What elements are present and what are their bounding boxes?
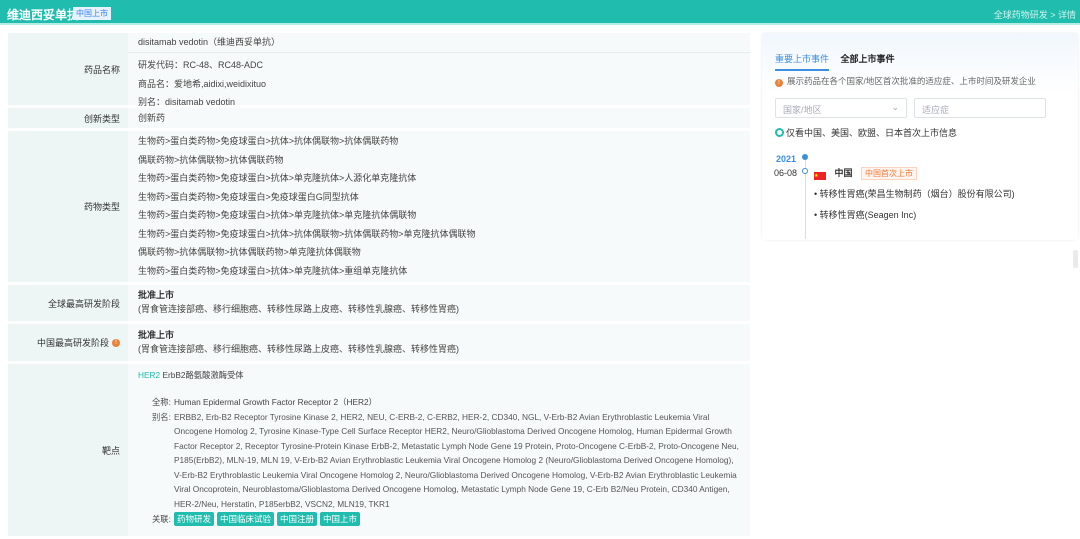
drug-type-item: 生物药>蛋白类药物>免疫球蛋白>抗体>单克隆抗体>单克隆抗体偶联物 bbox=[138, 210, 417, 220]
row-label: 药物类型 bbox=[8, 131, 128, 282]
scrollbar[interactable] bbox=[1073, 250, 1078, 268]
info-icon[interactable]: ! bbox=[112, 338, 120, 347]
timeline-dot bbox=[802, 168, 808, 174]
target-link[interactable]: HER2 bbox=[138, 370, 160, 380]
related-tag[interactable]: 中国上市 bbox=[320, 512, 361, 526]
row-target: 靶点 HER2 ErbB2酪氨酸激酶受体 全称: Human Epidermal … bbox=[8, 364, 750, 536]
event-item: • 转移性胃癌(荣昌生物制药（烟台）股份有限公司) bbox=[814, 189, 1015, 199]
primary-name: disitamab vedotin（维迪西妥单抗） bbox=[128, 33, 750, 53]
breadcrumb[interactable]: 全球药物研发 > 详情 bbox=[994, 8, 1076, 21]
row-label: 创新类型 bbox=[8, 108, 128, 128]
radio-icon[interactable] bbox=[775, 128, 784, 137]
full-name-label: 全称: bbox=[152, 397, 171, 407]
timeline-dot bbox=[802, 154, 808, 160]
china-flag-icon: ★ bbox=[814, 172, 826, 180]
related-tag[interactable]: 中国临床试验 bbox=[217, 512, 275, 526]
info-icon: ! bbox=[775, 79, 783, 87]
event-item-text: 转移性胃癌(Seagen Inc) bbox=[819, 210, 917, 220]
row-label: 靶点 bbox=[8, 364, 128, 536]
row-label: 药品名称 bbox=[8, 33, 128, 105]
hint-text: 展示药品在各个国家/地区首次批准的适应症、上市时间及研发企业 bbox=[787, 76, 1036, 86]
drug-type-item: 生物药>蛋白类药物>免疫球蛋白>免疫球蛋白G同型抗体 bbox=[138, 191, 359, 202]
drug-type-item: 生物药>蛋白类药物>免疫球蛋白>抗体>抗体偶联物>抗体偶联药物 bbox=[138, 136, 399, 146]
radio-label: 仅看中国、美国、欧盟、日本首次上市信息 bbox=[786, 128, 958, 138]
page-title: 维迪西妥单抗 bbox=[7, 8, 80, 22]
country-select[interactable]: 国家/地区 ⌄ bbox=[775, 98, 907, 118]
drug-type-item: 生物药>蛋白类药物>免疫球蛋白>抗体>单克隆抗体>人源化单克隆抗体 bbox=[138, 173, 417, 183]
event-item: • 转移性胃癌(Seagen Inc) bbox=[814, 210, 917, 220]
full-name: Human Epidermal Growth Factor Receptor 2… bbox=[174, 397, 377, 407]
row-label: 中国最高研发阶段! bbox=[8, 324, 128, 361]
related-tag[interactable]: 药物研发 bbox=[174, 512, 215, 526]
status-badge: 中国上市 bbox=[73, 7, 111, 20]
event-item-text: 转移性胃癌(荣昌生物制药（烟台）股份有限公司) bbox=[819, 189, 1015, 199]
row-drug-name: 药品名称 disitamab vedotin（维迪西妥单抗） 研发代码：RC-4… bbox=[8, 33, 750, 107]
dev-code: 研发代码：RC-48、RC48-ADC bbox=[138, 60, 264, 70]
stage: 批准上市 bbox=[138, 290, 175, 300]
indication-placeholder: 适应症 bbox=[922, 105, 950, 115]
row-innovation: 创新类型 创新药 bbox=[8, 108, 750, 128]
row-global-phase: 全球最高研发阶段 批准上市 (胃食管连接部癌、移行细胞癌、转移性尿路上皮癌、转移… bbox=[8, 285, 750, 321]
drug-type-item: 生物药>蛋白类药物>免疫球蛋白>抗体>单克隆抗体>重组单克隆抗体 bbox=[138, 265, 408, 276]
target-name: ErbB2酪氨酸激酶受体 bbox=[162, 370, 244, 380]
alias-label: 别名: bbox=[152, 411, 171, 422]
drug-type-item: 偶联药物>抗体偶联物>抗体偶联药物>单克隆抗体偶联物 bbox=[138, 247, 361, 257]
row-label: 全球最高研发阶段 bbox=[8, 285, 128, 321]
indications: (胃食管连接部癌、移行细胞癌、转移性尿路上皮癌、转移性乳腺癌、转移性胃癌) bbox=[138, 304, 459, 314]
stage: 批准上市 bbox=[138, 330, 175, 340]
chevron-down-icon: ⌄ bbox=[891, 102, 899, 112]
trade-name: 商品名：爱地希,aidixi,weidixituo bbox=[138, 78, 267, 89]
drug-info-table: 药品名称 disitamab vedotin（维迪西妥单抗） 研发代码：RC-4… bbox=[8, 33, 750, 539]
related-label: 关联: bbox=[152, 514, 171, 524]
tab-key-events[interactable]: 重要上市事件 bbox=[775, 52, 830, 71]
drug-type-item: 生物药>蛋白类药物>免疫球蛋白>抗体>抗体偶联物>抗体偶联药物>单克隆抗体偶联物 bbox=[138, 228, 476, 239]
event-country: 中国 bbox=[834, 168, 853, 178]
country-placeholder: 国家/地区 bbox=[783, 105, 822, 115]
row-china-phase: 中国最高研发阶段! 批准上市 (胃食管连接部癌、移行细胞癌、转移性尿路上皮癌、转… bbox=[8, 324, 750, 361]
drug-type-item: 偶联药物>抗体偶联物>抗体偶联药物 bbox=[138, 154, 284, 165]
related-tag[interactable]: 中国注册 bbox=[277, 512, 318, 526]
first-launch-tag: 中国首次上市 bbox=[861, 167, 918, 180]
innovation-value: 创新药 bbox=[128, 108, 750, 128]
indications: (胃食管连接部癌、移行细胞癌、转移性尿路上皮癌、转移性乳腺癌、转移性胃癌) bbox=[138, 344, 459, 354]
row-drug-type: 药物类型 生物药>蛋白类药物>免疫球蛋白>抗体>抗体偶联物>抗体偶联药物 偶联药物… bbox=[8, 131, 750, 282]
header: 维迪西妥单抗 中国上市 全球药物研发 > 详情 bbox=[0, 0, 1080, 25]
launch-events-panel: 重要上市事件 全部上市事件 ! 展示药品在各个国家/地区首次批准的适应症、上市时间… bbox=[762, 33, 1078, 240]
major-markets-radio[interactable]: 仅看中国、美国、欧盟、日本首次上市信息 bbox=[775, 126, 957, 139]
indication-input[interactable]: 适应症 bbox=[914, 98, 1046, 118]
event-date: 06-08 bbox=[774, 168, 798, 178]
target-aliases: ERBB2, Erb-B2 Receptor Tyrosine Kinase 2… bbox=[174, 411, 739, 509]
event-year: 2021 bbox=[776, 154, 797, 164]
label-text: 中国最高研发阶段 bbox=[36, 338, 109, 348]
tab-all-events[interactable]: 全部上市事件 bbox=[841, 52, 895, 69]
